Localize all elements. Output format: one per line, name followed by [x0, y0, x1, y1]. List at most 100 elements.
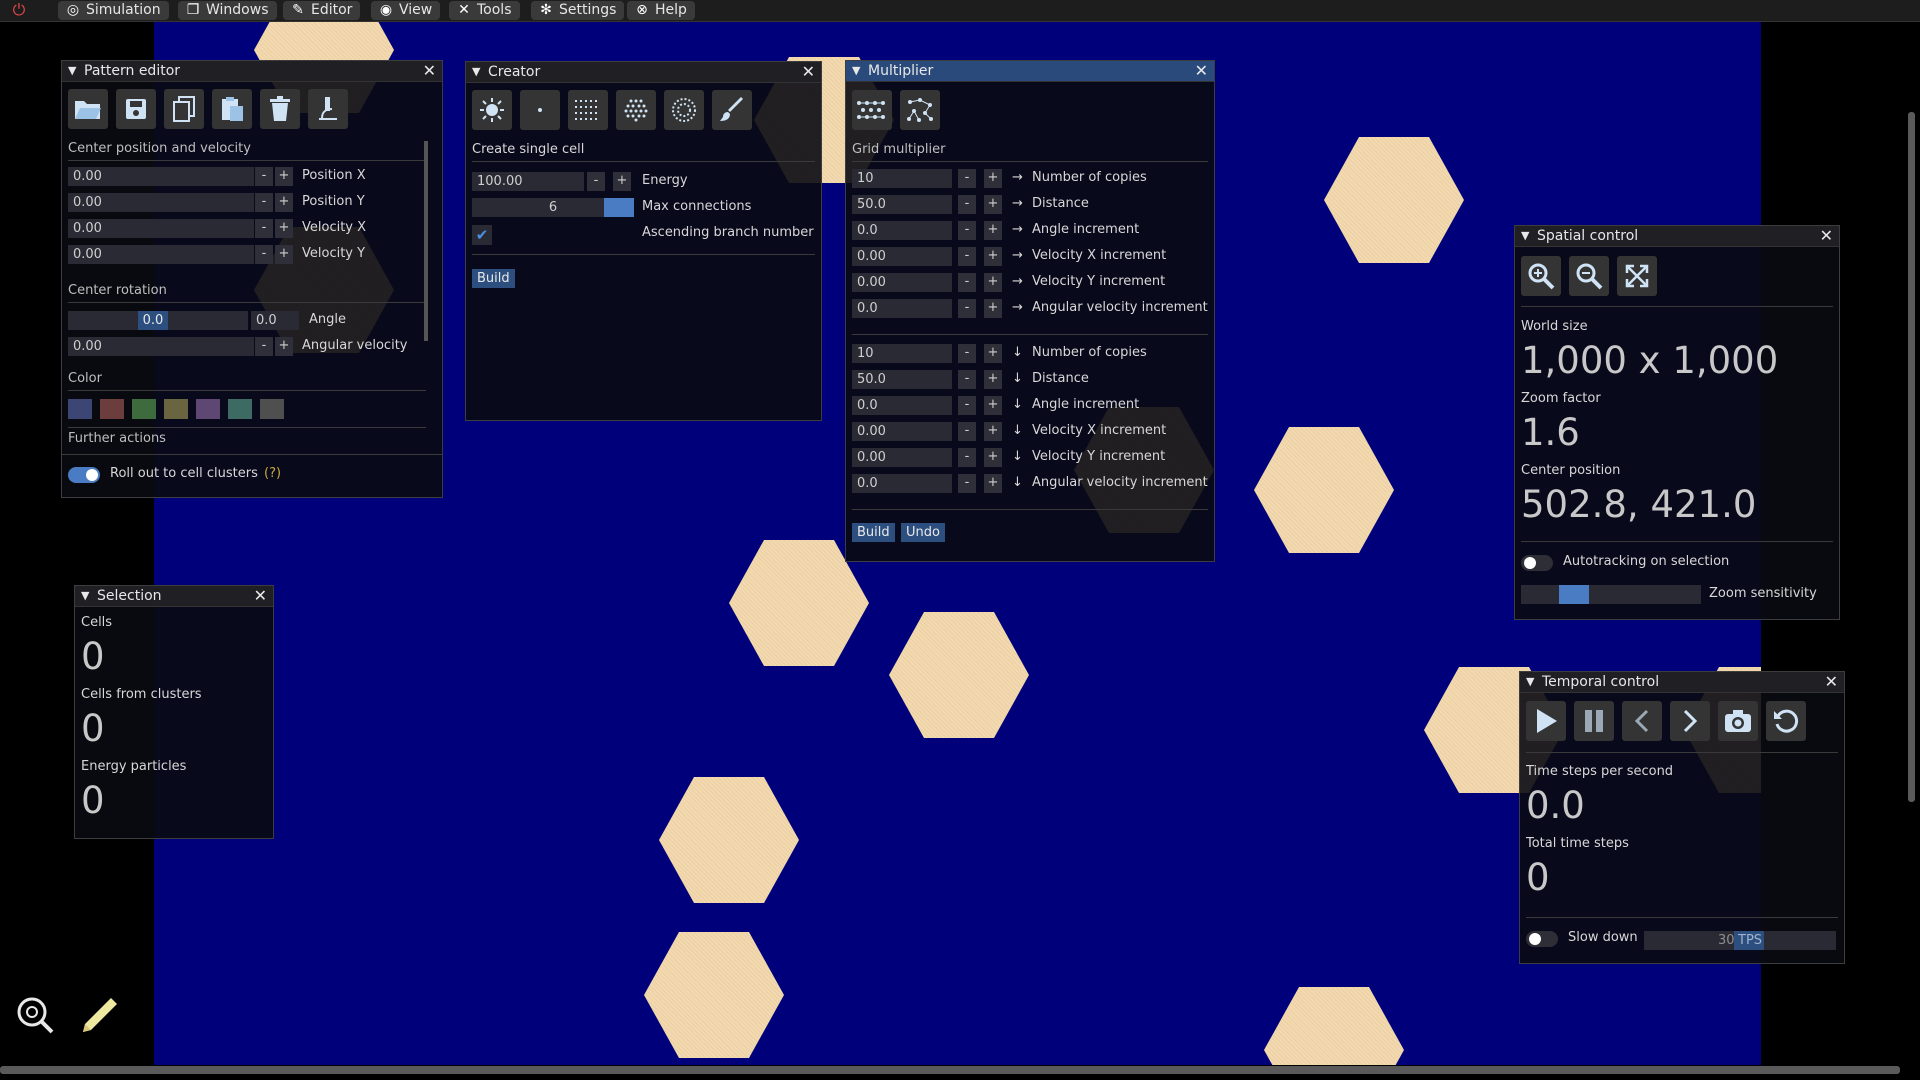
pause-icon[interactable]: [1574, 701, 1614, 741]
increment-button[interactable]: +: [984, 247, 1002, 266]
color-swatch[interactable]: [132, 399, 156, 419]
velocity-y-field[interactable]: 0.00: [68, 245, 254, 264]
step-forward-icon[interactable]: [1670, 701, 1710, 741]
slider-handle[interactable]: TPS: [1734, 931, 1764, 950]
velocity-x-field[interactable]: 0.00: [68, 219, 254, 238]
increment-button[interactable]: +: [275, 167, 293, 186]
color-swatch[interactable]: [68, 399, 92, 419]
decrement-button[interactable]: -: [255, 167, 273, 186]
cell-cluster[interactable]: [1254, 427, 1394, 553]
power-icon[interactable]: ⏻: [8, 0, 30, 20]
multiplier-value-field[interactable]: 0.00: [852, 448, 952, 467]
increment-button[interactable]: +: [984, 370, 1002, 389]
decrement-button[interactable]: -: [587, 172, 605, 191]
decrement-button[interactable]: -: [255, 245, 273, 264]
increment-button[interactable]: +: [984, 448, 1002, 467]
close-icon[interactable]: ✕: [1195, 61, 1208, 81]
window-title-bar[interactable]: ▼ Multiplier ✕: [846, 61, 1214, 82]
increment-button[interactable]: +: [984, 169, 1002, 188]
max-connections-slider[interactable]: 6: [472, 198, 634, 217]
decrement-button[interactable]: -: [958, 299, 976, 318]
expand-icon[interactable]: [1617, 256, 1657, 296]
delete-icon[interactable]: [260, 89, 300, 129]
cell-cluster[interactable]: [659, 777, 799, 903]
restore-icon[interactable]: [1766, 701, 1806, 741]
decrement-button[interactable]: -: [958, 396, 976, 415]
slowdown-tps-slider[interactable]: 30 TPS: [1644, 931, 1836, 950]
color-swatch[interactable]: [228, 399, 252, 419]
disc-icon[interactable]: [664, 90, 704, 130]
decrement-button[interactable]: -: [255, 193, 273, 212]
paintbrush-icon[interactable]: [712, 90, 752, 130]
increment-button[interactable]: +: [984, 344, 1002, 363]
sun-icon[interactable]: [472, 90, 512, 130]
angular-velocity-field[interactable]: 0.00: [68, 337, 254, 356]
multiplier-value-field[interactable]: 0.00: [852, 247, 952, 266]
menu-view[interactable]: ◉ View: [371, 1, 441, 20]
decrement-button[interactable]: -: [958, 344, 976, 363]
decrement-button[interactable]: -: [255, 337, 273, 356]
camera-icon[interactable]: [1718, 701, 1758, 741]
collapse-icon[interactable]: ▼: [472, 62, 480, 82]
cell-cluster[interactable]: [1264, 987, 1404, 1065]
microscope-icon[interactable]: [308, 89, 348, 129]
grid-multiplier-icon[interactable]: [852, 90, 892, 130]
decrement-button[interactable]: -: [958, 273, 976, 292]
increment-button[interactable]: +: [275, 193, 293, 212]
energy-field[interactable]: 100.00: [472, 172, 584, 191]
color-swatch[interactable]: [164, 399, 188, 419]
multiplier-value-field[interactable]: 0.0: [852, 221, 952, 240]
increment-button[interactable]: +: [613, 172, 631, 191]
play-icon[interactable]: [1526, 701, 1566, 741]
hexagon-grid-icon[interactable]: [616, 90, 656, 130]
window-title-bar[interactable]: ▼ Selection ✕: [75, 586, 273, 607]
decrement-button[interactable]: -: [958, 169, 976, 188]
undo-button[interactable]: Undo: [901, 523, 945, 542]
decrement-button[interactable]: -: [958, 195, 976, 214]
window-title-bar[interactable]: ▼ Pattern editor ✕: [62, 61, 442, 82]
decrement-button[interactable]: -: [958, 474, 976, 493]
cell-cluster[interactable]: [644, 932, 784, 1058]
angle-slider[interactable]: 0.0: [68, 311, 248, 330]
zoom-out-icon[interactable]: [1569, 256, 1609, 296]
copy-icon[interactable]: [164, 89, 204, 129]
decrement-button[interactable]: -: [958, 221, 976, 240]
navigation-mode-icon[interactable]: [14, 994, 56, 1036]
window-title-bar[interactable]: ▼ Creator ✕: [466, 62, 821, 83]
step-back-icon[interactable]: [1622, 701, 1662, 741]
build-button[interactable]: Build: [472, 269, 515, 288]
increment-button[interactable]: +: [275, 337, 293, 356]
cell-cluster[interactable]: [1324, 137, 1464, 263]
close-icon[interactable]: ✕: [802, 62, 815, 82]
zoom-in-icon[interactable]: [1521, 256, 1561, 296]
increment-button[interactable]: +: [984, 299, 1002, 318]
increment-button[interactable]: +: [984, 422, 1002, 441]
position-y-field[interactable]: 0.00: [68, 193, 254, 212]
color-swatch[interactable]: [196, 399, 220, 419]
increment-button[interactable]: +: [984, 474, 1002, 493]
single-dot-icon[interactable]: [520, 90, 560, 130]
collapse-icon[interactable]: ▼: [852, 61, 860, 81]
multiplier-value-field[interactable]: 10: [852, 169, 952, 188]
multiplier-value-field[interactable]: 0.00: [852, 422, 952, 441]
vertical-scrollbar[interactable]: [1908, 112, 1915, 802]
decrement-button[interactable]: -: [958, 247, 976, 266]
menu-tools[interactable]: ✕ Tools: [449, 1, 520, 20]
build-button[interactable]: Build: [852, 523, 895, 542]
collapse-icon[interactable]: ▼: [1521, 226, 1529, 246]
decrement-button[interactable]: -: [958, 422, 976, 441]
save-icon[interactable]: [116, 89, 156, 129]
autotracking-toggle[interactable]: [1521, 555, 1553, 571]
collapse-icon[interactable]: ▼: [1526, 672, 1534, 692]
close-icon[interactable]: ✕: [1820, 226, 1833, 246]
increment-button[interactable]: +: [275, 219, 293, 238]
color-swatch[interactable]: [260, 399, 284, 419]
decrement-button[interactable]: -: [255, 219, 273, 238]
horizontal-scrollbar[interactable]: [0, 1066, 1900, 1074]
multiplier-value-field[interactable]: 50.0: [852, 195, 952, 214]
menu-editor[interactable]: ✎ Editor: [283, 1, 361, 20]
slider-handle[interactable]: [604, 198, 634, 217]
zoom-sensitivity-slider[interactable]: [1521, 585, 1701, 604]
increment-button[interactable]: +: [984, 396, 1002, 415]
close-icon[interactable]: ✕: [1825, 672, 1838, 692]
